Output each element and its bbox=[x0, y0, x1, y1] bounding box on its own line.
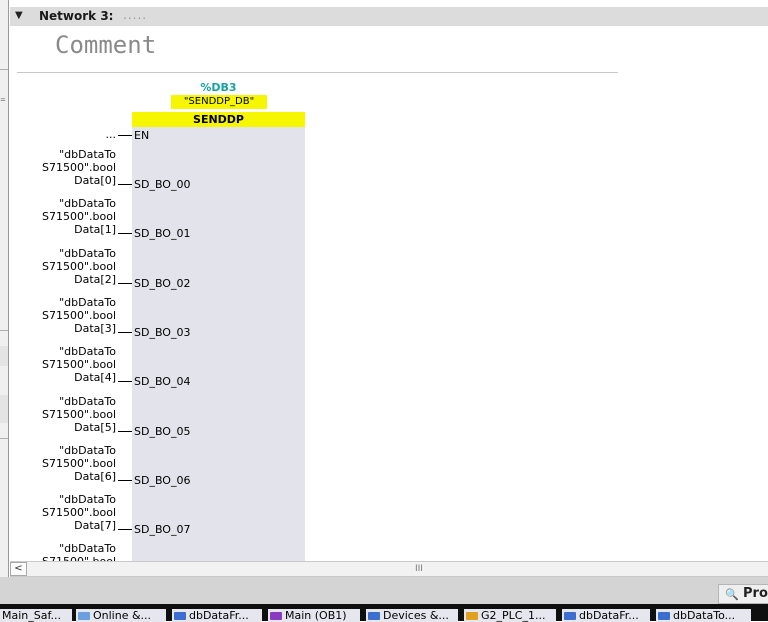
operand-text-line: Data[5] bbox=[74, 421, 116, 434]
operand-text-line: S71500".bool bbox=[41, 408, 116, 421]
operand-text-line: S71500".bool bbox=[41, 161, 116, 174]
properties-label: Prop bbox=[743, 586, 768, 601]
taskbar-tab[interactable]: G2_PLC_1... bbox=[464, 609, 556, 622]
inspector-area bbox=[0, 577, 768, 604]
operand-text-line: Data[3] bbox=[74, 322, 116, 335]
network-comment[interactable]: Comment bbox=[55, 31, 156, 59]
instance-db-name[interactable]: "SENDDP_DB" bbox=[171, 95, 267, 109]
pin-label: SD_BO_06 bbox=[134, 474, 191, 487]
operand-text-line: S71500".bool bbox=[41, 309, 116, 322]
operand-text-line: "dbDataTo bbox=[59, 395, 116, 408]
pin-label: SD_BO_01 bbox=[134, 227, 191, 240]
network-title: Network 3: bbox=[39, 9, 114, 23]
operand-text-line: "dbDataTo bbox=[59, 148, 116, 161]
operand-text-line: "dbDataTo bbox=[59, 197, 116, 210]
scroll-left-arrow-icon[interactable]: < bbox=[10, 562, 27, 576]
parameter-operand[interactable]: "dbDataTo S71500".bool Data[1] bbox=[20, 197, 116, 236]
panel-grip-icon[interactable]: = bbox=[0, 97, 6, 104]
network-title-placeholder[interactable]: ..... bbox=[123, 8, 147, 22]
left-panel-strip: = bbox=[0, 0, 9, 604]
editor-tab-icon bbox=[368, 612, 380, 620]
panel-band bbox=[0, 346, 8, 366]
operand-text-line: S71500".bool bbox=[41, 210, 116, 223]
operand-text-line: "dbDataTo bbox=[59, 247, 116, 260]
pin-label: SD_BO_03 bbox=[134, 326, 191, 339]
operand-text-line: "dbDataTo bbox=[59, 493, 116, 506]
editor-tab-icon bbox=[564, 612, 576, 620]
panel-band bbox=[0, 395, 8, 423]
pin-wire bbox=[118, 332, 132, 333]
parameter-operand[interactable]: "dbDataTo S71500".bool Data[0] bbox=[20, 148, 116, 187]
pin-label: SD_BO_00 bbox=[134, 178, 191, 191]
pin-en-label: EN bbox=[134, 129, 150, 142]
panel-divider bbox=[0, 330, 8, 331]
horizontal-scrollbar[interactable]: < III bbox=[10, 561, 768, 577]
parameter-operand[interactable]: "dbDataTo S71500".bool Data[5] bbox=[20, 395, 116, 434]
pin-label: SD_BO_05 bbox=[134, 425, 191, 438]
instance-db-address: %DB3 bbox=[200, 81, 237, 94]
pin-label: SD_BO_07 bbox=[134, 523, 191, 536]
operand-text-line: Data[1] bbox=[74, 223, 116, 236]
taskbar-tab[interactable]: dbDataFr... bbox=[562, 609, 650, 622]
parameter-operand[interactable]: "dbDataTo S71500".bool Data[6] bbox=[20, 444, 116, 483]
comment-divider bbox=[17, 72, 618, 73]
pin-wire bbox=[118, 233, 132, 234]
editor-tab-icon bbox=[270, 612, 282, 620]
parameter-operand[interactable]: "dbDataTo S71500".bool Data[7] bbox=[20, 493, 116, 532]
operand-text-line: Data[2] bbox=[74, 273, 116, 286]
operand-text-line: Data[7] bbox=[74, 519, 116, 532]
block-title: SENDDP bbox=[132, 112, 305, 127]
taskbar-tab-label: Main_Saf... bbox=[2, 609, 62, 622]
pin-wire bbox=[118, 381, 132, 382]
taskbar-tab-label: dbDataTo... bbox=[673, 609, 736, 622]
panel-divider bbox=[0, 69, 8, 70]
parameter-operand[interactable]: "dbDataTo S71500".bool Data[4] bbox=[20, 345, 116, 384]
operand-text-line: "dbDataTo bbox=[59, 444, 116, 457]
operand-text-line: S71500".bool bbox=[41, 457, 116, 470]
operand-text-line: "dbDataTo bbox=[59, 296, 116, 309]
editor-taskbar: Main_Saf... Online &... dbDataFr... Main (O… bbox=[0, 604, 768, 622]
taskbar-tab-label: Online &... bbox=[93, 609, 152, 622]
pin-wire bbox=[118, 283, 132, 284]
editor-tab-icon bbox=[78, 612, 90, 620]
pin-wire bbox=[118, 135, 132, 136]
taskbar-tab-label: dbDataFr... bbox=[579, 609, 639, 622]
operand-text-line: Data[4] bbox=[74, 371, 116, 384]
operand-text-line: Data[6] bbox=[74, 470, 116, 483]
taskbar-tab-label: Devices &... bbox=[383, 609, 449, 622]
taskbar-tab[interactable]: dbDataTo... bbox=[656, 609, 751, 622]
parameter-operand[interactable]: "dbDataTo S71500".bool Data[3] bbox=[20, 296, 116, 335]
pin-wire bbox=[118, 529, 132, 530]
taskbar-tab[interactable]: Devices &... bbox=[366, 609, 458, 622]
pin-wire bbox=[118, 480, 132, 481]
en-input-value[interactable]: ... bbox=[60, 128, 117, 141]
scroll-thumb-grip-icon[interactable]: III bbox=[415, 564, 423, 574]
taskbar-tab[interactable]: Main_Saf... bbox=[0, 609, 72, 622]
operand-text-line: S71500".bool bbox=[41, 358, 116, 371]
editor-tab-icon bbox=[466, 612, 478, 620]
taskbar-tab[interactable]: Online &... bbox=[76, 609, 166, 622]
pin-wire bbox=[118, 184, 132, 185]
operand-text-line: S71500".bool bbox=[41, 260, 116, 273]
operand-text-line: "dbDataTo bbox=[59, 345, 116, 358]
parameter-operand[interactable]: "dbDataTo S71500".bool Data[2] bbox=[20, 247, 116, 286]
taskbar-tab-label: Main (OB1) bbox=[285, 609, 347, 622]
taskbar-tab-label: dbDataFr... bbox=[189, 609, 249, 622]
pin-label: SD_BO_04 bbox=[134, 375, 191, 388]
operand-text-line: Data[0] bbox=[74, 174, 116, 187]
properties-icon: 🔍 bbox=[725, 588, 739, 601]
operand-text-line: "dbDataTo bbox=[59, 542, 116, 555]
editor-tab-icon bbox=[658, 612, 670, 620]
pin-label: SD_BO_02 bbox=[134, 277, 191, 290]
taskbar-tab-label: G2_PLC_1... bbox=[481, 609, 546, 622]
collapse-triangle-icon[interactable]: ▼ bbox=[15, 10, 23, 21]
operand-text-line: S71500".bool bbox=[41, 506, 116, 519]
taskbar-tab[interactable]: dbDataFr... bbox=[172, 609, 262, 622]
panel-divider bbox=[0, 438, 8, 439]
network-header[interactable]: ▼ Network 3: ..... bbox=[10, 7, 768, 26]
properties-tab-button[interactable]: 🔍 Prop bbox=[718, 584, 768, 604]
editor-tab-icon bbox=[174, 612, 186, 620]
taskbar-tab[interactable]: Main (OB1) bbox=[268, 609, 360, 622]
pin-wire bbox=[118, 431, 132, 432]
